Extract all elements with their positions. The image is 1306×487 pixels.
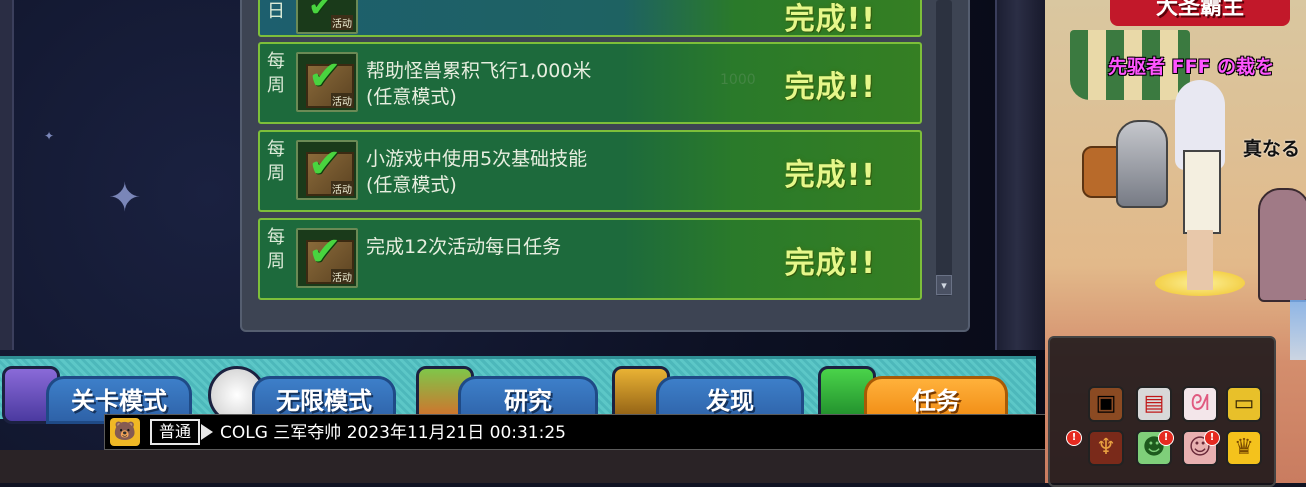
activity-stamp: 活动 (331, 15, 353, 30)
quest-status: 完成!! (784, 158, 876, 193)
panel-frame-right (995, 0, 1047, 350)
quest-mode-note: (任意模式) (366, 174, 457, 196)
notification-badge-icon: ! (1204, 430, 1220, 446)
quest-row[interactable]: 日 ✔ 活动 完成!! (258, 0, 922, 37)
scroll-down-button[interactable]: ▾ (936, 275, 952, 295)
channel-arrow-icon (201, 424, 213, 440)
notification-badge-icon: ! (1066, 430, 1082, 446)
character-body (1183, 150, 1221, 234)
checkmark-icon: ✔ (308, 141, 342, 187)
activity-stamp: 活动 (331, 93, 353, 108)
checkmark-icon: ✔ (308, 0, 334, 24)
bear-emote-icon: 🐻 (110, 418, 140, 446)
crown-icon[interactable]: ♛ (1226, 430, 1262, 466)
rabbit-icon[interactable]: ᘛ (1182, 386, 1218, 422)
bus-icon[interactable]: ▭ (1226, 386, 1262, 422)
shield-prop (1116, 120, 1168, 208)
checkmark-icon: ✔ (308, 229, 342, 275)
quest-title-line: 小游戏中使用5次基础技能 (366, 148, 588, 170)
star-icon: ✦ (44, 129, 55, 143)
quest-row[interactable]: 每周 ✔ 活动 完成12次活动每日任务 完成!! (258, 218, 922, 300)
quest-title: 帮助怪兽累积飞行1,000米 (任意模式) (366, 58, 591, 110)
other-name-label: 真なる (1243, 138, 1301, 160)
quest-title: 完成12次活动每日任务 (366, 234, 561, 260)
quest-status: 完成!! (784, 2, 876, 37)
quest-title-line: 帮助怪兽累积飞行1,000米 (366, 60, 592, 82)
quest-status: 完成!! (784, 246, 876, 281)
demon-icon[interactable]: ♆ (1088, 430, 1124, 466)
quest-reward-icon: ✔ 活动 (296, 0, 358, 34)
chat-channel-badge[interactable]: 普通 (150, 419, 200, 445)
quest-frequency-tag: 每周 (267, 139, 285, 184)
chat-message-text: COLG 三军夺帅 2023年11月21日 00:31:25 (220, 423, 566, 443)
quest-title: 小游戏中使用5次基础技能 (任意模式) (366, 146, 587, 198)
quest-row[interactable]: 每周 ✔ 活动 帮助怪兽累积飞行1,000米 (任意模式) 1000 完成!! (258, 42, 922, 124)
quest-reward-icon: ✔ 活动 (296, 228, 358, 288)
activity-stamp: 活动 (331, 269, 353, 284)
quest-row[interactable]: 每周 ✔ 活动 小游戏中使用5次基础技能 (任意模式) 完成!! (258, 130, 922, 212)
character-legs (1187, 230, 1213, 290)
player-name-label: 先驱者 FFF の裁を (1108, 56, 1275, 78)
checkmark-icon: ✔ (308, 53, 342, 99)
quest-frequency-tag: 每周 (267, 51, 285, 96)
notification-badge-icon: ! (1158, 430, 1174, 446)
quest-reward-icon: ✔ 活动 (296, 52, 358, 112)
quest-status: 完成!! (784, 70, 876, 105)
other-character[interactable] (1258, 188, 1306, 302)
player-character[interactable] (1155, 80, 1245, 296)
quest-frequency-tag: 每周 (267, 227, 285, 272)
crate-icon[interactable]: ▣ (1088, 386, 1124, 422)
quest-frequency-tag: 日 (267, 1, 285, 22)
panel-frame-left (0, 0, 14, 350)
title-banner: 大圣霸主 (1110, 0, 1290, 26)
quest-mode-note: (任意模式) (366, 86, 457, 108)
effect-glow (1290, 300, 1306, 360)
activity-stamp: 活动 (331, 181, 353, 196)
quest-progress: 1000 (720, 72, 756, 88)
vending-machine-icon[interactable]: ▤ (1136, 386, 1172, 422)
quest-title-line: 完成12次活动每日任务 (366, 236, 562, 258)
star-icon: ✦ (108, 175, 142, 221)
quest-reward-icon: ✔ 活动 (296, 140, 358, 200)
bottom-strip (0, 450, 1045, 483)
quest-scrollbar[interactable] (936, 0, 952, 296)
